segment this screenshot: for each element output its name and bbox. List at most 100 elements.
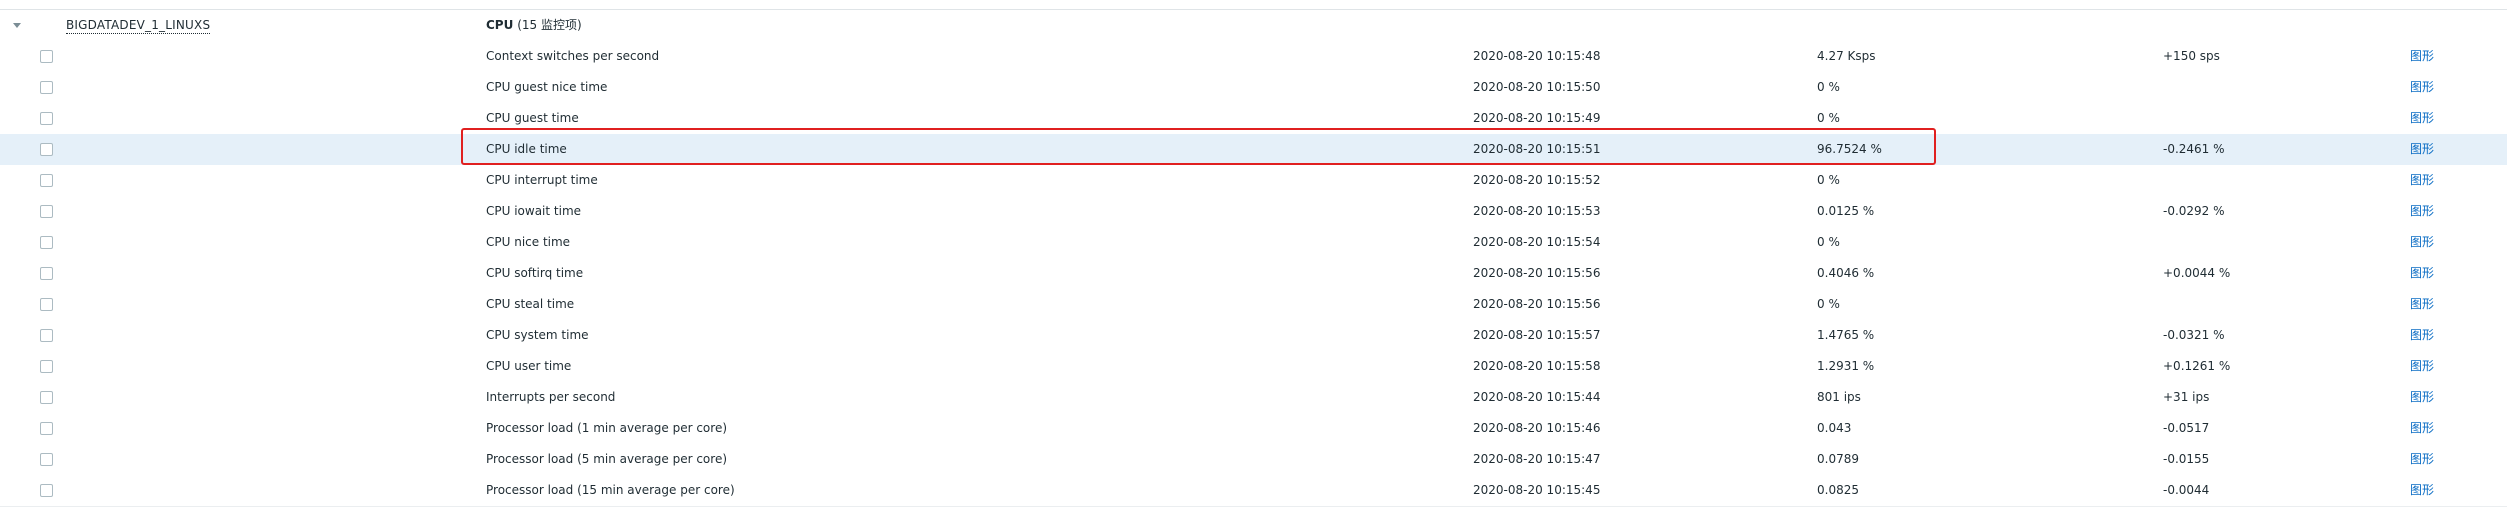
row-checkbox[interactable] [40,453,53,466]
item-row: Interrupts per second 2020-08-20 10:15:44… [0,382,2507,414]
row-checkbox[interactable] [40,267,53,280]
row-checkbox[interactable] [40,484,53,497]
graph-link[interactable]: 图形 [2410,103,2434,134]
last-check-time: 2020-08-20 10:15:48 [1473,49,1601,63]
graph-link[interactable]: 图形 [2410,413,2434,444]
item-name: CPU steal time [486,297,575,311]
last-value: 0.0825 [1817,483,1859,497]
item-row: CPU steal time 2020-08-20 10:15:56 0 % 图形 [0,289,2507,321]
item-row: CPU nice time 2020-08-20 10:15:54 0 % 图形 [0,227,2507,259]
item-name: CPU iowait time [486,204,582,218]
row-checkbox[interactable] [40,50,53,63]
row-checkbox[interactable] [40,360,53,373]
last-value: 0.4046 % [1817,266,1875,280]
row-checkbox[interactable] [40,205,53,218]
item-name: CPU softirq time [486,266,584,280]
item-row: Context switches per second 2020-08-20 10… [0,41,2507,73]
value-change: +31 ips [2163,390,2210,404]
last-check-time: 2020-08-20 10:15:45 [1473,483,1601,497]
group-header-row: BIGDATADEV_1_LINUXS CPU (15 监控项) [0,10,2507,42]
item-row: CPU system time 2020-08-20 10:15:57 1.4765… [0,320,2507,352]
value-change: -0.0292 % [2163,204,2225,218]
last-value: 0 % [1817,80,1840,94]
graph-link[interactable]: 图形 [2410,289,2434,320]
item-name: Processor load (15 min average per core) [486,483,735,497]
item-name: CPU nice time [486,235,571,249]
graph-link[interactable]: 图形 [2410,134,2434,165]
item-name: Context switches per second [486,49,660,63]
item-name: CPU interrupt time [486,173,598,187]
graph-link[interactable]: 图形 [2410,320,2434,351]
last-value: 96.7524 % [1817,142,1882,156]
item-name: CPU user time [486,359,572,373]
last-check-time: 2020-08-20 10:15:54 [1473,235,1601,249]
last-value: 801 ips [1817,390,1861,404]
graph-link[interactable]: 图形 [2410,72,2434,103]
item-row: CPU idle time 2020-08-20 10:15:51 96.7524 … [0,134,2507,166]
last-value: 0.0125 % [1817,204,1875,218]
value-change: +150 sps [2163,49,2220,63]
application-cell: CPU (15 监控项) [486,10,582,41]
graph-link[interactable]: 图形 [2410,41,2434,72]
last-check-time: 2020-08-20 10:15:56 [1473,297,1601,311]
last-value: 0.043 [1817,421,1852,435]
item-row: CPU softirq time 2020-08-20 10:15:56 0.404… [0,258,2507,290]
item-row: Processor load (5 min average per core) 2… [0,444,2507,476]
item-row: CPU guest time 2020-08-20 10:15:49 0 % 图形 [0,103,2507,135]
value-change: -0.0321 % [2163,328,2225,342]
last-value: 0.0789 [1817,452,1859,466]
row-checkbox[interactable] [40,236,53,249]
last-check-time: 2020-08-20 10:15:44 [1473,390,1601,404]
item-name: CPU guest time [486,111,579,125]
row-checkbox[interactable] [40,81,53,94]
graph-link[interactable]: 图形 [2410,444,2434,475]
graph-link[interactable]: 图形 [2410,382,2434,413]
item-row: CPU user time 2020-08-20 10:15:58 1.2931 %… [0,351,2507,383]
row-checkbox[interactable] [40,329,53,342]
graph-link[interactable]: 图形 [2410,351,2434,382]
last-value: 4.27 Ksps [1817,49,1876,63]
value-change: -0.0155 [2163,452,2210,466]
graph-link[interactable]: 图形 [2410,475,2434,506]
last-check-time: 2020-08-20 10:15:47 [1473,452,1601,466]
last-value: 0 % [1817,111,1840,125]
item-row: Processor load (15 min average per core)… [0,475,2507,507]
host-cell: BIGDATADEV_1_LINUXS [66,10,211,41]
value-change: +0.1261 % [2163,359,2231,373]
row-checkbox[interactable] [40,112,53,125]
item-name: CPU guest nice time [486,80,608,94]
last-check-time: 2020-08-20 10:15:46 [1473,421,1601,435]
row-checkbox[interactable] [40,298,53,311]
last-check-time: 2020-08-20 10:15:51 [1473,142,1601,156]
row-checkbox[interactable] [40,422,53,435]
last-value: 0 % [1817,297,1840,311]
host-name-link[interactable]: BIGDATADEV_1_LINUXS [66,18,211,34]
row-checkbox[interactable] [40,174,53,187]
item-row: CPU iowait time 2020-08-20 10:15:53 0.0125… [0,196,2507,228]
graph-link[interactable]: 图形 [2410,258,2434,289]
item-count: (15 监控项) [517,18,582,32]
last-check-time: 2020-08-20 10:15:49 [1473,111,1601,125]
last-check-time: 2020-08-20 10:15:53 [1473,204,1601,218]
last-value: 1.2931 % [1817,359,1875,373]
graph-link[interactable]: 图形 [2410,196,2434,227]
item-row: CPU interrupt time 2020-08-20 10:15:52 0 %… [0,165,2507,197]
graph-link[interactable]: 图形 [2410,227,2434,258]
collapse-toggle-icon[interactable] [13,23,21,28]
item-name: Interrupts per second [486,390,616,404]
last-check-time: 2020-08-20 10:15:58 [1473,359,1601,373]
row-checkbox[interactable] [40,391,53,404]
last-check-time: 2020-08-20 10:15:56 [1473,266,1601,280]
row-checkbox[interactable] [40,143,53,156]
item-row: Processor load (1 min average per core) 2… [0,413,2507,445]
last-check-time: 2020-08-20 10:15:52 [1473,173,1601,187]
graph-link[interactable]: 图形 [2410,165,2434,196]
item-row: CPU guest nice time 2020-08-20 10:15:50 0 … [0,72,2507,104]
item-name: CPU idle time [486,142,567,156]
application-name: CPU [486,18,514,32]
value-change: -0.0517 [2163,421,2210,435]
item-name: Processor load (5 min average per core) [486,452,728,466]
last-check-time: 2020-08-20 10:15:57 [1473,328,1601,342]
value-change: +0.0044 % [2163,266,2231,280]
previous-group-row-edge [0,0,2507,10]
